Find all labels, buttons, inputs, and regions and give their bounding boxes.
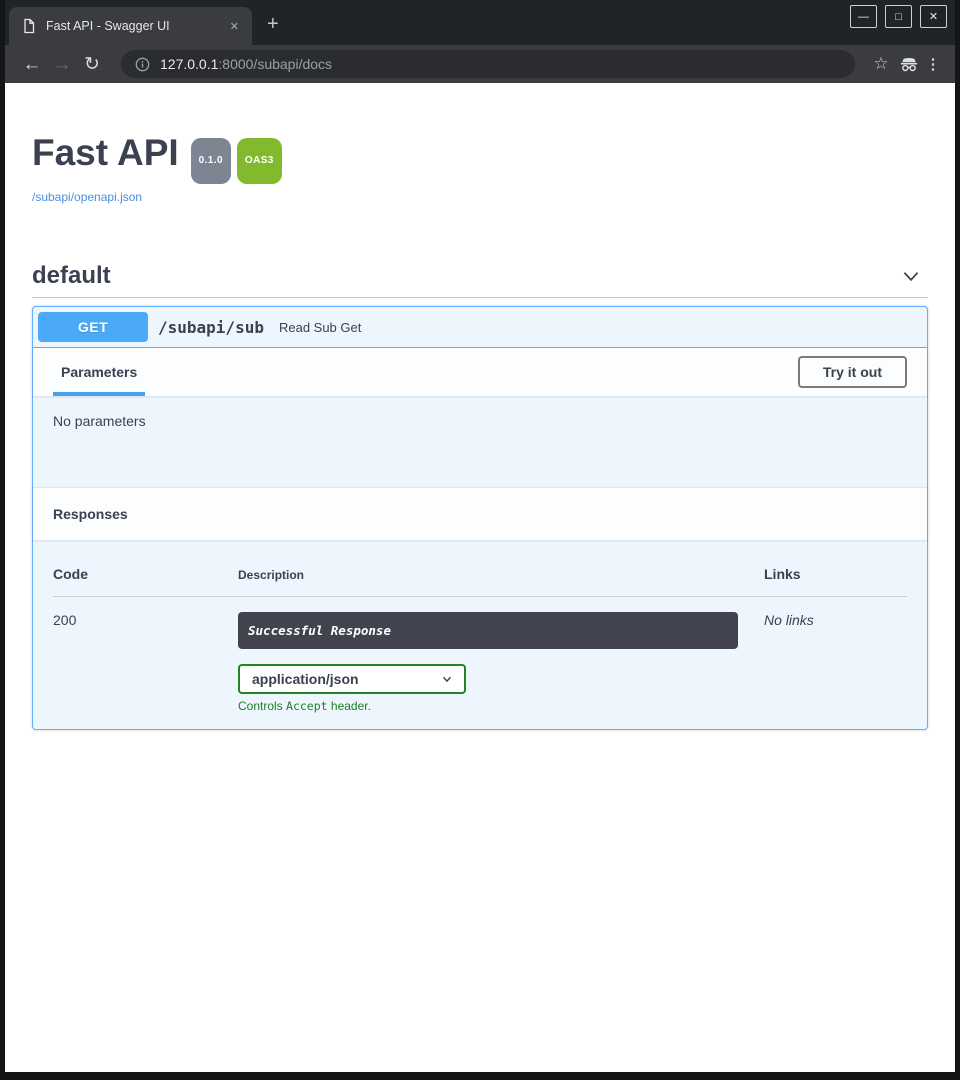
- page-content: Fast API 0.1.0 OAS3 /subapi/openapi.json…: [5, 83, 955, 1072]
- responses-header: Responses: [33, 487, 927, 540]
- tab-parameters[interactable]: Parameters: [53, 348, 145, 396]
- forward-icon[interactable]: →: [47, 55, 77, 74]
- accept-code: Accept: [286, 699, 328, 713]
- window-controls: — □ ✕: [850, 5, 947, 28]
- bookmark-star-icon[interactable]: ☆: [867, 54, 895, 74]
- response-description-cell: Successful Response application/json Con…: [238, 597, 764, 713]
- operation-block-get: GET /subapi/sub Read Sub Get Parameters …: [32, 306, 928, 730]
- method-get-button[interactable]: GET: [38, 312, 148, 342]
- api-title-row: Fast API 0.1.0 OAS3: [32, 133, 928, 184]
- incognito-icon: [895, 53, 923, 75]
- tab-title: Fast API - Swagger UI: [46, 19, 225, 33]
- site-info-icon[interactable]: [135, 57, 150, 72]
- accept-header-hint: Controls Accept header.: [238, 699, 764, 713]
- no-parameters-text: No parameters: [53, 413, 146, 429]
- column-header-description: Description: [238, 558, 764, 597]
- responses-table-head: Code Description Links: [53, 558, 907, 597]
- operation-summary-text: Read Sub Get: [279, 320, 361, 335]
- response-code: 200: [53, 597, 238, 713]
- address-bar[interactable]: 127.0.0.1:8000/subapi/docs: [121, 50, 855, 78]
- oas3-badge: OAS3: [237, 138, 282, 184]
- tag-section-header[interactable]: default: [32, 262, 928, 298]
- browser-window: Fast API - Swagger UI ✕ + — □ ✕ ← → ↻ 12…: [5, 0, 955, 1072]
- parameters-title: Parameters: [61, 364, 137, 380]
- reload-icon[interactable]: ↻: [77, 55, 107, 74]
- url-path: :8000/subapi/docs: [218, 56, 332, 72]
- collapse-chevron-icon[interactable]: [900, 265, 928, 287]
- media-type-control: application/json Controls Accept header.: [238, 664, 764, 713]
- api-info: Fast API 0.1.0 OAS3 /subapi/openapi.json: [32, 133, 928, 206]
- browser-tab[interactable]: Fast API - Swagger UI ✕: [9, 7, 252, 45]
- media-type-value: application/json: [252, 671, 359, 687]
- maximize-button[interactable]: □: [885, 5, 912, 28]
- document-favicon-icon: [21, 18, 37, 34]
- api-title: Fast API: [32, 133, 179, 173]
- parameters-body: No parameters: [33, 396, 927, 487]
- back-icon[interactable]: ←: [17, 55, 47, 74]
- select-chevron-icon: [440, 672, 454, 686]
- column-header-links: Links: [764, 558, 907, 597]
- media-type-select[interactable]: application/json: [238, 664, 466, 694]
- responses-body: Code Description Links 200 Successful Re…: [33, 540, 927, 729]
- minimize-button[interactable]: —: [850, 5, 877, 28]
- parameters-header: Parameters Try it out: [33, 348, 927, 396]
- close-button[interactable]: ✕: [920, 5, 947, 28]
- response-links: No links: [764, 597, 907, 713]
- openapi-spec-link[interactable]: /subapi/openapi.json: [32, 190, 142, 204]
- responses-title: Responses: [53, 506, 128, 522]
- column-header-code: Code: [53, 558, 238, 597]
- url-text: 127.0.0.1:8000/subapi/docs: [160, 56, 332, 72]
- browser-menu-icon[interactable]: ⋮: [923, 55, 943, 73]
- tab-close-icon[interactable]: ✕: [225, 17, 244, 36]
- swagger-ui: Fast API 0.1.0 OAS3 /subapi/openapi.json…: [5, 133, 955, 730]
- version-badge: 0.1.0: [191, 138, 231, 184]
- url-host: 127.0.0.1: [160, 56, 218, 72]
- operation-summary[interactable]: GET /subapi/sub Read Sub Get: [33, 307, 927, 348]
- response-description: Successful Response: [238, 612, 738, 649]
- api-badges: 0.1.0 OAS3: [191, 138, 282, 184]
- operation-path: /subapi/sub: [158, 318, 264, 337]
- try-it-out-button[interactable]: Try it out: [798, 356, 907, 388]
- titlebar: Fast API - Swagger UI ✕ + — □ ✕: [5, 0, 955, 45]
- tag-name: default: [32, 262, 111, 290]
- browser-toolbar: ← → ↻ 127.0.0.1:8000/subapi/docs ☆ ⋮: [5, 45, 955, 83]
- response-row-200: 200 Successful Response application/json: [53, 597, 907, 713]
- new-tab-button[interactable]: +: [267, 14, 279, 34]
